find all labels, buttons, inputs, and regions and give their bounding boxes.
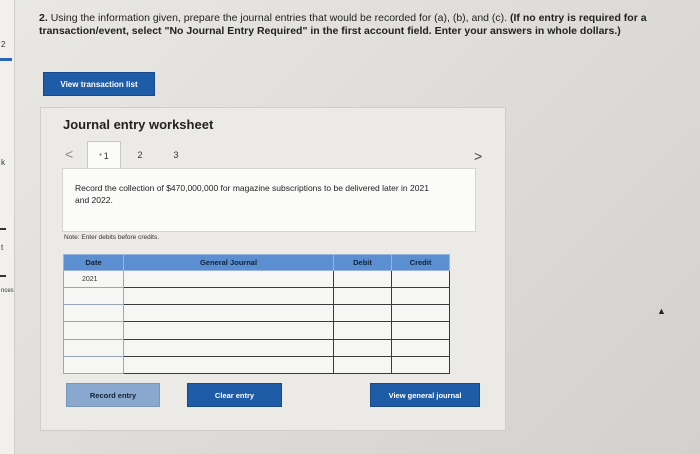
debit-field[interactable] [333,338,392,357]
journal-entry-table: Date General Journal Debit Credit 2021 [63,254,450,375]
date-cell: 2021 [63,269,124,289]
credit-field[interactable] [391,321,450,340]
credit-field[interactable] [391,269,450,289]
tab-transaction-3[interactable]: 3 [160,141,192,168]
account-field[interactable] [123,338,334,357]
mouse-cursor-icon: ▲ [657,306,666,316]
tab-label: 2 [137,149,143,160]
credit-field[interactable] [391,304,450,323]
table-row [63,321,450,340]
account-field[interactable] [123,269,334,289]
account-field[interactable] [123,355,334,375]
record-entry-button[interactable]: Record entry [66,383,160,407]
tab-transaction-1[interactable]: • 1 [87,141,121,169]
debit-column-header: Debit [333,254,392,271]
table-row [63,355,450,375]
debit-field[interactable] [333,321,392,340]
credit-field[interactable] [391,338,450,357]
question-body: Using the information given, prepare the… [50,12,508,24]
debit-field[interactable] [333,304,392,323]
table-row: 2021 [63,269,450,289]
left-sidebar: 2 k t nces [0,0,15,454]
debit-field[interactable] [333,287,392,306]
view-general-journal-button[interactable]: View general journal [370,383,480,407]
sidebar-active-indicator [0,58,12,61]
sidebar-tick [0,275,6,277]
transaction-description: Record the collection of $470,000,000 fo… [75,183,429,205]
active-dot-icon: • [99,152,102,159]
date-column-header: Date [63,254,124,271]
table-row [63,304,450,323]
sidebar-item-k[interactable]: k [1,158,5,167]
account-field[interactable] [123,321,334,340]
date-cell [63,355,124,375]
view-transaction-list-button[interactable]: View transaction list [43,72,155,96]
entry-note: Note: Enter debits before credits. [64,234,160,241]
credit-column-header: Credit [391,254,450,271]
date-cell [63,338,124,357]
credit-field[interactable] [391,355,450,375]
date-cell [63,321,124,340]
table-header-row: Date General Journal Debit Credit [63,254,450,271]
sidebar-item-nces[interactable]: nces [1,288,14,294]
date-cell [63,287,124,306]
tab-label: 1 [103,150,109,161]
table-row [63,338,450,357]
credit-field[interactable] [391,287,450,306]
sidebar-tick [0,228,6,230]
date-cell [63,304,124,323]
tab-transaction-2[interactable]: 2 [124,141,156,168]
debit-field[interactable] [333,355,392,375]
table-row [63,287,450,306]
account-field[interactable] [123,287,334,306]
question-number: 2. [39,12,48,24]
account-field[interactable] [123,304,334,323]
sidebar-item-t[interactable]: t [1,243,3,252]
clear-entry-button[interactable]: Clear entry [187,383,282,407]
prev-transaction-chevron-icon[interactable]: < [65,146,73,162]
question-text: 2. Using the information given, prepare … [39,12,679,38]
sidebar-item-2[interactable]: 2 [1,40,5,49]
tab-label: 3 [173,149,179,160]
worksheet-title: Journal entry worksheet [63,117,214,132]
general-journal-column-header: General Journal [123,254,334,271]
next-transaction-chevron-icon[interactable]: > [474,148,482,164]
debit-field[interactable] [333,269,392,289]
